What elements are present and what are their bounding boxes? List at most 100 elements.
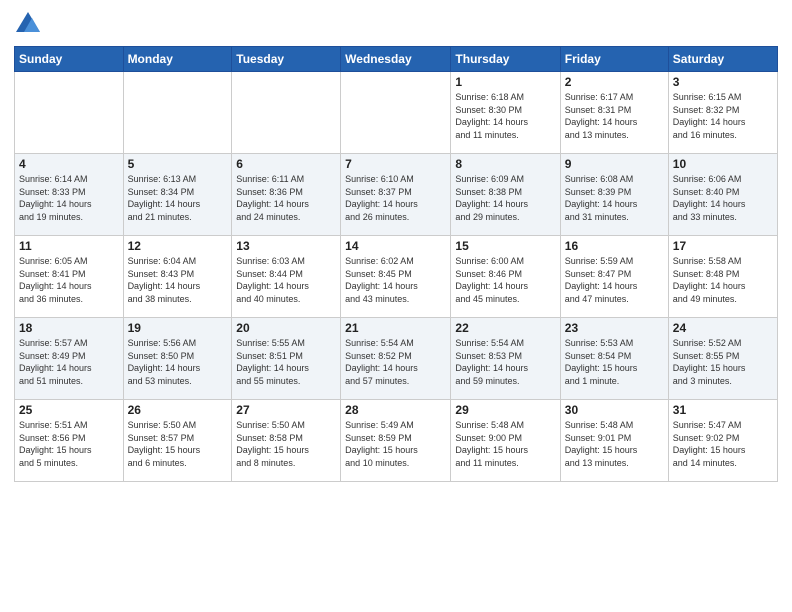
day-number: 13 (236, 239, 336, 253)
day-info: Sunrise: 6:08 AM Sunset: 8:39 PM Dayligh… (565, 173, 664, 223)
day-info: Sunrise: 6:06 AM Sunset: 8:40 PM Dayligh… (673, 173, 773, 223)
day-cell: 22 Sunrise: 5:54 AM Sunset: 8:53 PM Dayli… (451, 318, 560, 400)
day-info: Sunrise: 6:04 AM Sunset: 8:43 PM Dayligh… (128, 255, 228, 305)
logo (14, 10, 46, 38)
day-number: 20 (236, 321, 336, 335)
day-cell: 21 Sunrise: 5:54 AM Sunset: 8:52 PM Dayli… (341, 318, 451, 400)
day-info: Sunrise: 6:02 AM Sunset: 8:45 PM Dayligh… (345, 255, 446, 305)
day-number: 17 (673, 239, 773, 253)
day-number: 7 (345, 157, 446, 171)
day-number: 23 (565, 321, 664, 335)
day-cell: 5 Sunrise: 6:13 AM Sunset: 8:34 PM Daylig… (123, 154, 232, 236)
day-cell: 14Sunrise: 6:02 AM Sunset: 8:45 PM Dayli… (341, 236, 451, 318)
day-cell: 20 Sunrise: 5:55 AM Sunset: 8:51 PM Dayli… (232, 318, 341, 400)
day-info: Sunrise: 6:00 AM Sunset: 8:46 PM Dayligh… (455, 255, 555, 305)
day-info: Sunrise: 6:09 AM Sunset: 8:38 PM Dayligh… (455, 173, 555, 223)
day-cell: 28Sunrise: 5:49 AM Sunset: 8:59 PM Dayli… (341, 400, 451, 482)
day-cell: 29 Sunrise: 5:48 AM Sunset: 9:00 PM Dayli… (451, 400, 560, 482)
day-cell: 7Sunrise: 6:10 AM Sunset: 8:37 PM Daylig… (341, 154, 451, 236)
day-info: Sunrise: 5:49 AM Sunset: 8:59 PM Dayligh… (345, 419, 446, 469)
day-info: Sunrise: 6:13 AM Sunset: 8:34 PM Dayligh… (128, 173, 228, 223)
day-cell: 24 Sunrise: 5:52 AM Sunset: 8:55 PM Dayli… (668, 318, 777, 400)
day-number: 27 (236, 403, 336, 417)
weekday-header-thursday: Thursday (451, 47, 560, 72)
day-number: 12 (128, 239, 228, 253)
header (14, 10, 778, 38)
day-info: Sunrise: 5:59 AM Sunset: 8:47 PM Dayligh… (565, 255, 664, 305)
day-info: Sunrise: 5:51 AM Sunset: 8:56 PM Dayligh… (19, 419, 119, 469)
day-cell: 8 Sunrise: 6:09 AM Sunset: 8:38 PM Daylig… (451, 154, 560, 236)
day-cell: 4Sunrise: 6:14 AM Sunset: 8:33 PM Daylig… (15, 154, 124, 236)
day-info: Sunrise: 5:53 AM Sunset: 8:54 PM Dayligh… (565, 337, 664, 387)
weekday-header-monday: Monday (123, 47, 232, 72)
day-number: 9 (565, 157, 664, 171)
day-number: 3 (673, 75, 773, 89)
day-info: Sunrise: 6:05 AM Sunset: 8:41 PM Dayligh… (19, 255, 119, 305)
day-cell: 25 Sunrise: 5:51 AM Sunset: 8:56 PM Dayli… (15, 400, 124, 482)
day-info: Sunrise: 5:54 AM Sunset: 8:52 PM Dayligh… (345, 337, 446, 387)
day-number: 22 (455, 321, 555, 335)
day-number: 29 (455, 403, 555, 417)
day-number: 1 (455, 75, 555, 89)
page: SundayMondayTuesdayWednesdayThursdayFrid… (0, 0, 792, 612)
day-number: 24 (673, 321, 773, 335)
day-info: Sunrise: 5:52 AM Sunset: 8:55 PM Dayligh… (673, 337, 773, 387)
day-cell: 12 Sunrise: 6:04 AM Sunset: 8:43 PM Dayli… (123, 236, 232, 318)
day-cell: 13 Sunrise: 6:03 AM Sunset: 8:44 PM Dayli… (232, 236, 341, 318)
day-cell: 16 Sunrise: 5:59 AM Sunset: 8:47 PM Dayli… (560, 236, 668, 318)
week-row-2: 4Sunrise: 6:14 AM Sunset: 8:33 PM Daylig… (15, 154, 778, 236)
day-number: 4 (19, 157, 119, 171)
day-info: Sunrise: 6:17 AM Sunset: 8:31 PM Dayligh… (565, 91, 664, 141)
day-cell: 19Sunrise: 5:56 AM Sunset: 8:50 PM Dayli… (123, 318, 232, 400)
day-cell (15, 72, 124, 154)
day-info: Sunrise: 6:03 AM Sunset: 8:44 PM Dayligh… (236, 255, 336, 305)
logo-icon (14, 10, 42, 38)
weekday-header-sunday: Sunday (15, 47, 124, 72)
day-number: 26 (128, 403, 228, 417)
day-info: Sunrise: 5:57 AM Sunset: 8:49 PM Dayligh… (19, 337, 119, 387)
day-info: Sunrise: 5:54 AM Sunset: 8:53 PM Dayligh… (455, 337, 555, 387)
weekday-header-wednesday: Wednesday (341, 47, 451, 72)
day-cell: 2 Sunrise: 6:17 AM Sunset: 8:31 PM Daylig… (560, 72, 668, 154)
day-number: 25 (19, 403, 119, 417)
day-cell: 11 Sunrise: 6:05 AM Sunset: 8:41 PM Dayli… (15, 236, 124, 318)
day-number: 11 (19, 239, 119, 253)
day-cell (232, 72, 341, 154)
day-number: 5 (128, 157, 228, 171)
week-row-4: 18Sunrise: 5:57 AM Sunset: 8:49 PM Dayli… (15, 318, 778, 400)
day-info: Sunrise: 6:15 AM Sunset: 8:32 PM Dayligh… (673, 91, 773, 141)
day-cell: 17Sunrise: 5:58 AM Sunset: 8:48 PM Dayli… (668, 236, 777, 318)
weekday-header-friday: Friday (560, 47, 668, 72)
day-number: 21 (345, 321, 446, 335)
day-cell: 10 Sunrise: 6:06 AM Sunset: 8:40 PM Dayli… (668, 154, 777, 236)
day-number: 8 (455, 157, 555, 171)
day-number: 2 (565, 75, 664, 89)
day-cell: 26Sunrise: 5:50 AM Sunset: 8:57 PM Dayli… (123, 400, 232, 482)
day-cell: 15 Sunrise: 6:00 AM Sunset: 8:46 PM Dayli… (451, 236, 560, 318)
day-number: 15 (455, 239, 555, 253)
day-cell (123, 72, 232, 154)
day-number: 6 (236, 157, 336, 171)
day-info: Sunrise: 6:11 AM Sunset: 8:36 PM Dayligh… (236, 173, 336, 223)
day-number: 30 (565, 403, 664, 417)
day-number: 10 (673, 157, 773, 171)
day-number: 16 (565, 239, 664, 253)
day-cell: 23 Sunrise: 5:53 AM Sunset: 8:54 PM Dayli… (560, 318, 668, 400)
day-cell: 3 Sunrise: 6:15 AM Sunset: 8:32 PM Daylig… (668, 72, 777, 154)
day-number: 31 (673, 403, 773, 417)
day-info: Sunrise: 5:56 AM Sunset: 8:50 PM Dayligh… (128, 337, 228, 387)
day-cell (341, 72, 451, 154)
day-cell: 9 Sunrise: 6:08 AM Sunset: 8:39 PM Daylig… (560, 154, 668, 236)
weekday-header-tuesday: Tuesday (232, 47, 341, 72)
calendar: SundayMondayTuesdayWednesdayThursdayFrid… (14, 46, 778, 482)
weekday-header-saturday: Saturday (668, 47, 777, 72)
weekday-header-row: SundayMondayTuesdayWednesdayThursdayFrid… (15, 47, 778, 72)
week-row-3: 11 Sunrise: 6:05 AM Sunset: 8:41 PM Dayli… (15, 236, 778, 318)
day-cell: 6 Sunrise: 6:11 AM Sunset: 8:36 PM Daylig… (232, 154, 341, 236)
day-info: Sunrise: 5:48 AM Sunset: 9:01 PM Dayligh… (565, 419, 664, 469)
day-info: Sunrise: 5:55 AM Sunset: 8:51 PM Dayligh… (236, 337, 336, 387)
day-cell: 1Sunrise: 6:18 AM Sunset: 8:30 PM Daylig… (451, 72, 560, 154)
day-info: Sunrise: 5:47 AM Sunset: 9:02 PM Dayligh… (673, 419, 773, 469)
day-info: Sunrise: 5:48 AM Sunset: 9:00 PM Dayligh… (455, 419, 555, 469)
day-cell: 30 Sunrise: 5:48 AM Sunset: 9:01 PM Dayli… (560, 400, 668, 482)
